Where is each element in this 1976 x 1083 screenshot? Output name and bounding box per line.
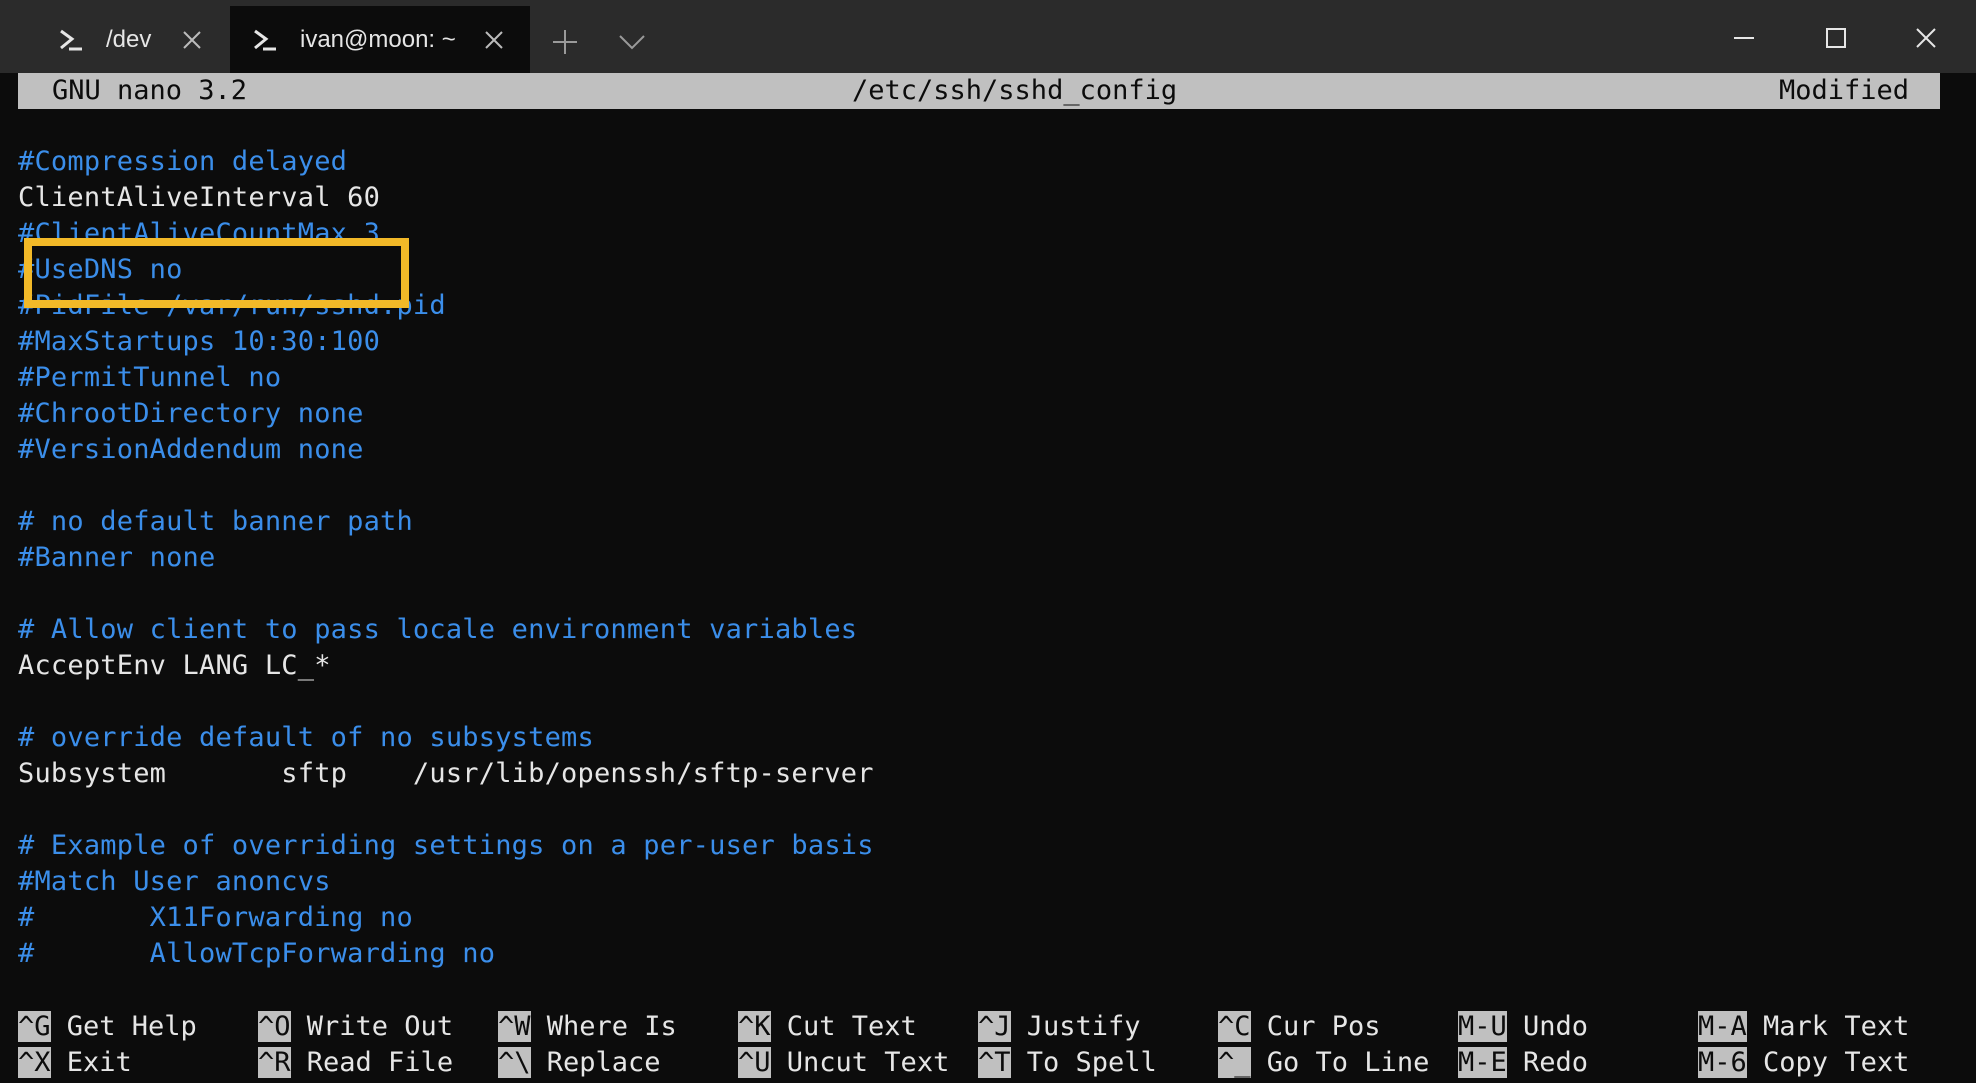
comment-line: #ChrootDirectory none bbox=[18, 398, 364, 429]
shortcut-item: ^G Get Help bbox=[18, 1009, 197, 1045]
shortcut-key: ^X bbox=[18, 1047, 51, 1078]
shortcut-key: M-U bbox=[1458, 1011, 1507, 1042]
shortcut-item: ^O Write Out bbox=[258, 1009, 453, 1045]
shortcut-label: Exit bbox=[50, 1047, 132, 1078]
shortcut-label: Mark Text bbox=[1746, 1011, 1910, 1042]
shortcut-item: M-U Undo bbox=[1458, 1009, 1588, 1045]
close-tab-icon[interactable] bbox=[178, 26, 206, 54]
chevron-down-icon[interactable] bbox=[612, 22, 652, 62]
comment-line: #Banner none bbox=[18, 542, 216, 573]
tab-label: /dev bbox=[106, 25, 152, 53]
tab-label: ivan@moon: ~ bbox=[300, 25, 456, 53]
shortcut-key: ^K bbox=[738, 1011, 771, 1042]
nano-header: GNU nano 3.2 /etc/ssh/sshd_config Modifi… bbox=[18, 73, 1940, 109]
shortcut-item: M-E Redo bbox=[1458, 1045, 1588, 1081]
shortcut-label: Copy Text bbox=[1746, 1047, 1910, 1078]
shortcut-item: ^C Cur Pos bbox=[1218, 1009, 1381, 1045]
terminal-pane[interactable]: GNU nano 3.2 /etc/ssh/sshd_config Modifi… bbox=[18, 73, 1968, 1083]
comment-line: # no default banner path bbox=[18, 506, 413, 537]
shortcut-label: Uncut Text bbox=[770, 1047, 950, 1078]
shortcut-label: Cur Pos bbox=[1250, 1011, 1381, 1042]
modified-status: Modified bbox=[1779, 75, 1910, 106]
maximize-icon[interactable] bbox=[1808, 14, 1864, 62]
shortcut-item: ^W Where Is bbox=[498, 1009, 677, 1045]
shortcut-key: ^W bbox=[498, 1011, 531, 1042]
powershell-icon bbox=[252, 27, 278, 53]
config-line: Subsystem sftp /usr/lib/openssh/sftp-ser… bbox=[18, 758, 874, 789]
shortcut-label: Justify bbox=[1010, 1011, 1141, 1042]
shortcut-key: ^U bbox=[738, 1047, 771, 1078]
shortcut-key: ^J bbox=[978, 1011, 1011, 1042]
new-tab-plus-icon[interactable] bbox=[545, 22, 585, 62]
shortcut-item: ^X Exit bbox=[18, 1045, 132, 1081]
shortcut-key: M-6 bbox=[1698, 1047, 1747, 1078]
shortcut-label: Redo bbox=[1506, 1047, 1589, 1078]
comment-line: # override default of no subsystems bbox=[18, 722, 594, 753]
tab-dev[interactable]: /dev bbox=[28, 6, 228, 73]
title-bar[interactable]: /dev ivan@moon: ~ bbox=[0, 0, 1976, 73]
shortcut-key: ^G bbox=[18, 1011, 51, 1042]
shortcut-item: ^K Cut Text bbox=[738, 1009, 917, 1045]
shortcut-key: ^_ bbox=[1218, 1047, 1251, 1078]
shortcut-label: Undo bbox=[1506, 1011, 1589, 1042]
comment-line: # Example of overriding settings on a pe… bbox=[18, 830, 874, 861]
shortcut-label: Where Is bbox=[530, 1011, 677, 1042]
tab-ivan-moon[interactable]: ivan@moon: ~ bbox=[230, 6, 530, 73]
config-line: ClientAliveInterval 60 bbox=[18, 182, 381, 213]
shortcut-label: Write Out bbox=[290, 1011, 454, 1042]
comment-line: #MaxStartups 10:30:100 bbox=[18, 326, 381, 357]
shortcut-key: ^\ bbox=[498, 1047, 531, 1078]
shortcut-item: ^R Read File bbox=[258, 1045, 453, 1081]
shortcut-key: ^C bbox=[1218, 1011, 1251, 1042]
nano-version: GNU nano 3.2 bbox=[52, 75, 248, 106]
shortcut-label: To Spell bbox=[1010, 1047, 1157, 1078]
shortcut-item: M-6 Copy Text bbox=[1698, 1045, 1909, 1081]
shortcut-key: ^O bbox=[258, 1011, 291, 1042]
comment-line: #VersionAddendum none bbox=[18, 434, 364, 465]
shortcut-item: ^\ Replace bbox=[498, 1045, 661, 1081]
close-window-icon[interactable] bbox=[1898, 14, 1954, 62]
comment-line: # X11Forwarding no bbox=[18, 902, 413, 933]
shortcut-key: M-A bbox=[1698, 1011, 1747, 1042]
shortcut-item: ^_ Go To Line bbox=[1218, 1045, 1429, 1081]
highlight-annotation-box bbox=[24, 238, 409, 308]
shortcut-item: M-A Mark Text bbox=[1698, 1009, 1909, 1045]
shortcut-label: Cut Text bbox=[770, 1011, 917, 1042]
shortcut-item: ^J Justify bbox=[978, 1009, 1141, 1045]
shortcut-label: Read File bbox=[290, 1047, 454, 1078]
comment-line: #Compression delayed bbox=[18, 146, 348, 177]
minimize-icon[interactable] bbox=[1716, 14, 1772, 62]
comment-line: #Match User anoncvs bbox=[18, 866, 331, 897]
shortcut-key: M-E bbox=[1458, 1047, 1507, 1078]
shortcut-label: Go To Line bbox=[1250, 1047, 1430, 1078]
shortcut-key: ^R bbox=[258, 1047, 291, 1078]
powershell-icon bbox=[58, 27, 84, 53]
shortcut-item: ^T To Spell bbox=[978, 1045, 1157, 1081]
close-tab-icon[interactable] bbox=[480, 26, 508, 54]
shortcut-label: Get Help bbox=[50, 1011, 197, 1042]
file-name: /etc/ssh/sshd_config bbox=[852, 75, 1178, 106]
shortcut-item: ^U Uncut Text bbox=[738, 1045, 949, 1081]
shortcut-key: ^T bbox=[978, 1047, 1011, 1078]
comment-line: #PermitTunnel no bbox=[18, 362, 282, 393]
terminal-window: /dev ivan@moon: ~ GNU nano 3.2 /etc/ssh/… bbox=[0, 0, 1976, 1083]
config-line: AcceptEnv LANG LC_* bbox=[18, 650, 331, 681]
shortcut-label: Replace bbox=[530, 1047, 661, 1078]
comment-line: # Allow client to pass locale environmen… bbox=[18, 614, 858, 645]
comment-line: # AllowTcpForwarding no bbox=[18, 938, 496, 969]
